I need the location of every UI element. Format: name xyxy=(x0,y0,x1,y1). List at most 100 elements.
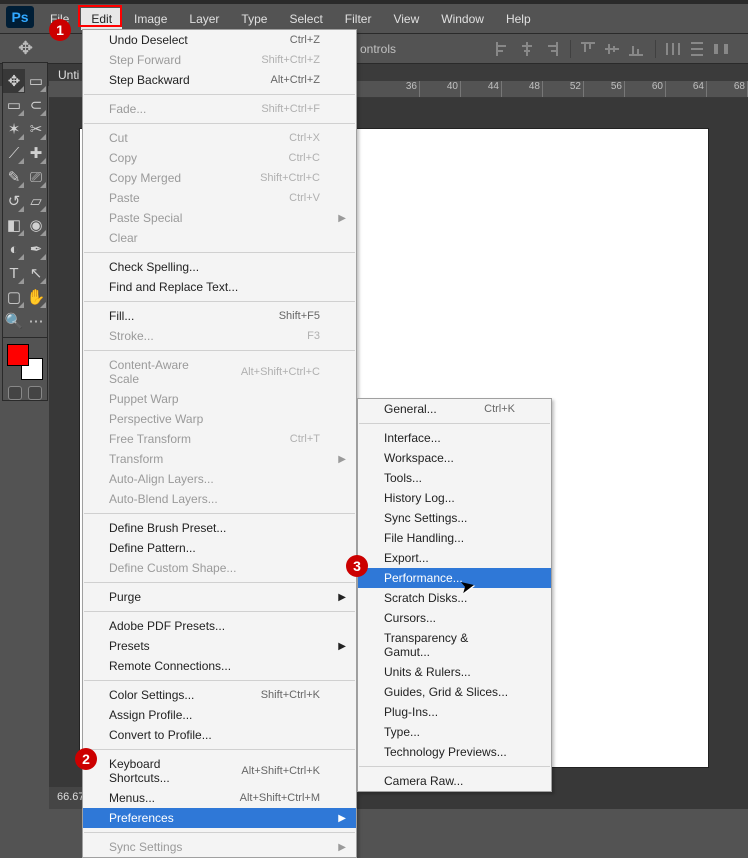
prefs-item-performance[interactable]: Performance... xyxy=(358,568,551,588)
prefs-item-workspace[interactable]: Workspace... xyxy=(358,448,551,468)
edit-item-preferences[interactable]: Preferences▶ xyxy=(83,808,356,828)
menu-shortcut: Ctrl+X xyxy=(259,132,320,144)
pen-tool[interactable]: ✒ xyxy=(25,237,47,261)
blur-tool[interactable]: ◉ xyxy=(25,213,47,237)
eraser-tool[interactable]: ▱ xyxy=(25,189,47,213)
distribute-v-icon[interactable] xyxy=(688,40,706,58)
align-bottom-icon[interactable] xyxy=(627,40,645,58)
menu-type[interactable]: Type xyxy=(231,8,277,30)
menu-item-label: Workspace... xyxy=(384,451,454,465)
history-brush-tool[interactable]: ↺ xyxy=(3,189,25,213)
hand-tool[interactable]: ✋ xyxy=(25,285,47,309)
menu-shortcut: Alt+Shift+Ctrl+K xyxy=(211,765,320,777)
edit-item-assign-profile[interactable]: Assign Profile... xyxy=(83,705,356,725)
ruler-tick: 52 xyxy=(543,81,584,97)
marquee-tool[interactable]: ▭ xyxy=(3,93,25,117)
edit-item-define-pattern[interactable]: Define Pattern... xyxy=(83,538,356,558)
heal-tool[interactable]: ✚ xyxy=(25,141,47,165)
prefs-item-transparency-gamut[interactable]: Transparency & Gamut... xyxy=(358,628,551,662)
edit-item-undo-deselect[interactable]: Undo DeselectCtrl+Z xyxy=(83,30,356,50)
prefs-item-technology-previews[interactable]: Technology Previews... xyxy=(358,742,551,762)
prefs-item-sync-settings[interactable]: Sync Settings... xyxy=(358,508,551,528)
menu-item-label: Define Custom Shape... xyxy=(109,561,236,575)
move-tool[interactable]: ✥ xyxy=(3,69,25,93)
edit-item-presets[interactable]: Presets▶ xyxy=(83,636,356,656)
crop-tool[interactable]: ✂ xyxy=(25,117,47,141)
preferences-submenu: General...Ctrl+K Interface... Workspace...… xyxy=(357,398,552,792)
edit-toolbar[interactable]: ⋯ xyxy=(25,309,47,333)
prefs-item-cursors[interactable]: Cursors... xyxy=(358,608,551,628)
menu-filter[interactable]: Filter xyxy=(335,8,382,30)
toolbox: ✥▭ ▭⊂ ✶✂ ⟋✚ ✎⎚ ↺▱ ◧◉ ◐✒ T↖ ▢✋ 🔍⋯ xyxy=(2,62,48,401)
distribute-spacing-icon[interactable] xyxy=(712,40,730,58)
menu-item-label: Free Transform xyxy=(109,432,191,446)
menu-item-label: Paste Special xyxy=(109,211,182,225)
quick-mask-icon[interactable] xyxy=(8,386,22,400)
prefs-item-scratch-disks[interactable]: Scratch Disks... xyxy=(358,588,551,608)
edit-item-puppet-warp: Puppet Warp xyxy=(83,389,356,409)
align-vcenter-icon[interactable] xyxy=(603,40,621,58)
menu-window[interactable]: Window xyxy=(431,8,494,30)
prefs-item-history-log[interactable]: History Log... xyxy=(358,488,551,508)
menu-item-label: Transform xyxy=(109,452,163,466)
menu-item-label: Interface... xyxy=(384,431,441,445)
lasso-tool[interactable]: ⊂ xyxy=(25,93,47,117)
edit-item-adobe-pdf-presets[interactable]: Adobe PDF Presets... xyxy=(83,616,356,636)
gradient-tool[interactable]: ◧ xyxy=(3,213,25,237)
menu-select[interactable]: Select xyxy=(279,8,332,30)
prefs-item-general[interactable]: General...Ctrl+K xyxy=(358,399,551,419)
menu-item-label: Cursors... xyxy=(384,611,436,625)
stamp-tool[interactable]: ⎚ xyxy=(25,165,47,189)
edit-item-paste-special: Paste Special▶ xyxy=(83,208,356,228)
edit-item-color-settings[interactable]: Color Settings...Shift+Ctrl+K xyxy=(83,685,356,705)
prefs-item-type[interactable]: Type... xyxy=(358,722,551,742)
distribute-h-icon[interactable] xyxy=(664,40,682,58)
wand-tool[interactable]: ✶ xyxy=(3,117,25,141)
zoom-tool[interactable]: 🔍 xyxy=(3,309,25,333)
edit-item-copy-merged: Copy MergedShift+Ctrl+C xyxy=(83,168,356,188)
align-left-icon[interactable] xyxy=(494,40,512,58)
menu-view[interactable]: View xyxy=(383,8,429,30)
fg-color-swatch[interactable] xyxy=(7,344,29,366)
type-tool[interactable]: T xyxy=(3,261,25,285)
edit-item-keyboard-shortcuts[interactable]: Keyboard Shortcuts...Alt+Shift+Ctrl+K xyxy=(83,754,356,788)
eyedropper-tool[interactable]: ⟋ xyxy=(3,141,25,165)
edit-item-define-custom-shape: Define Custom Shape... xyxy=(83,558,356,578)
menu-item-label: Auto-Blend Layers... xyxy=(109,492,218,506)
edit-item-step-backward[interactable]: Step BackwardAlt+Ctrl+Z xyxy=(83,70,356,90)
align-top-icon[interactable] xyxy=(579,40,597,58)
edit-item-purge[interactable]: Purge▶ xyxy=(83,587,356,607)
menu-layer[interactable]: Layer xyxy=(179,8,229,30)
menu-item-label: Type... xyxy=(384,725,420,739)
annotation-badge-2: 2 xyxy=(75,748,97,770)
edit-item-menus[interactable]: Menus...Alt+Shift+Ctrl+M xyxy=(83,788,356,808)
prefs-item-tools[interactable]: Tools... xyxy=(358,468,551,488)
edit-item-check-spelling[interactable]: Check Spelling... xyxy=(83,257,356,277)
artboard-tool[interactable]: ▭ xyxy=(25,69,47,93)
brush-tool[interactable]: ✎ xyxy=(3,165,25,189)
color-swatches[interactable] xyxy=(5,342,45,382)
edit-item-find-and-replace-text[interactable]: Find and Replace Text... xyxy=(83,277,356,297)
shape-tool[interactable]: ▢ xyxy=(3,285,25,309)
menu-help[interactable]: Help xyxy=(496,8,541,30)
submenu-arrow-icon: ▶ xyxy=(338,641,346,652)
prefs-item-units-rulers[interactable]: Units & Rulers... xyxy=(358,662,551,682)
align-hcenter-icon[interactable] xyxy=(518,40,536,58)
prefs-item-file-handling[interactable]: File Handling... xyxy=(358,528,551,548)
menu-edit[interactable]: Edit xyxy=(81,8,122,30)
edit-item-content-aware-scale: Content-Aware ScaleAlt+Shift+Ctrl+C xyxy=(83,355,356,389)
menu-image[interactable]: Image xyxy=(124,8,177,30)
edit-item-fill[interactable]: Fill...Shift+F5 xyxy=(83,306,356,326)
path-tool[interactable]: ↖ xyxy=(25,261,47,285)
prefs-item-plug-ins[interactable]: Plug-Ins... xyxy=(358,702,551,722)
edit-item-remote-connections[interactable]: Remote Connections... xyxy=(83,656,356,676)
prefs-item-export[interactable]: Export... xyxy=(358,548,551,568)
dodge-tool[interactable]: ◐ xyxy=(3,237,25,261)
prefs-item-guides-grid-slices[interactable]: Guides, Grid & Slices... xyxy=(358,682,551,702)
edit-item-define-brush-preset[interactable]: Define Brush Preset... xyxy=(83,518,356,538)
align-right-icon[interactable] xyxy=(542,40,560,58)
prefs-item-interface[interactable]: Interface... xyxy=(358,428,551,448)
edit-item-convert-to-profile[interactable]: Convert to Profile... xyxy=(83,725,356,745)
prefs-item-camera-raw[interactable]: Camera Raw... xyxy=(358,771,551,791)
screen-mode-icon[interactable] xyxy=(28,386,42,400)
